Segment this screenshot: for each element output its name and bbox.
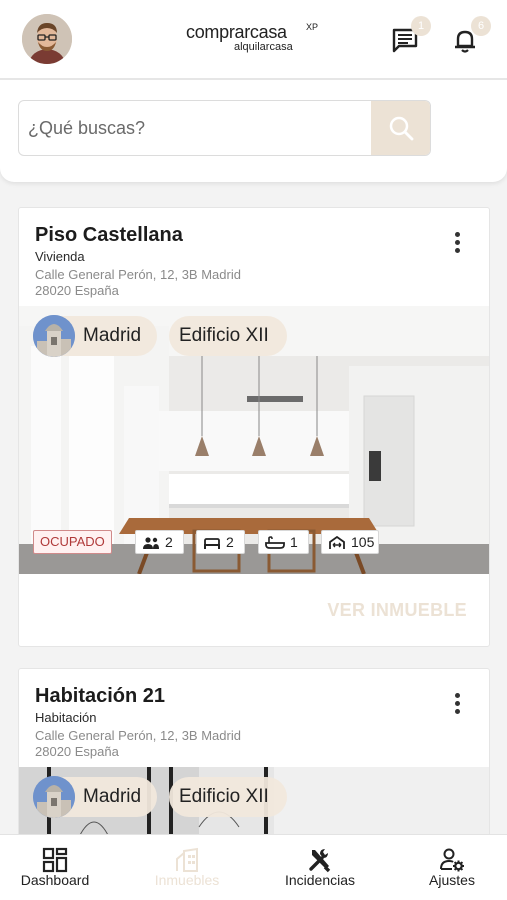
bed-icon	[204, 538, 220, 549]
nav-dashboard-label: Dashboard	[20, 872, 90, 888]
building-chip-label: Edificio XII	[179, 786, 269, 807]
property-title: Habitación 21	[35, 685, 166, 707]
view-property-button[interactable]: VER INMUEBLE	[327, 600, 467, 621]
location-chip[interactable]: Madrid	[33, 315, 157, 357]
building-chip[interactable]: Edificio XII	[169, 316, 287, 356]
messages-button[interactable]: 1	[391, 16, 431, 54]
nav-dashboard[interactable]: Dashboard	[10, 835, 100, 900]
property-type: Habitación	[35, 710, 97, 725]
bathtub-icon	[265, 536, 285, 549]
feature-baths: 1	[258, 530, 309, 554]
nav-ajustes-label: Ajustes	[429, 872, 475, 888]
property-type: Vivienda	[35, 249, 85, 264]
people-icon	[143, 537, 159, 549]
logo-main-text: comprarcasa	[186, 22, 287, 42]
nav-incidencias[interactable]: Incidencias	[276, 835, 364, 900]
location-chip-label: Madrid	[83, 325, 142, 346]
nav-ajustes[interactable]: Ajustes	[412, 835, 492, 900]
area-icon	[329, 535, 345, 549]
property-photo: Madrid Edificio XII OCUPADO 2 2 1 105	[19, 306, 489, 574]
feature-area: 105	[321, 530, 379, 554]
property-title: Piso Castellana	[35, 224, 183, 246]
property-address: Calle General Perón, 12, 3B Madrid	[35, 267, 241, 282]
nav-incidencias-label: Incidencias	[284, 872, 356, 888]
messages-badge: 1	[411, 16, 431, 36]
location-chip-label: Madrid	[83, 786, 142, 807]
property-address-postal: 28020 España	[35, 283, 119, 298]
madrid-city-icon	[33, 776, 75, 818]
status-badge: OCUPADO	[33, 530, 112, 554]
top-panel: comprarcasa XP alquilarcasa 1 6	[0, 0, 507, 182]
search-icon	[389, 116, 413, 141]
feature-baths-value: 1	[290, 534, 298, 550]
logo-xp-text: XP	[306, 22, 319, 32]
building-chip-label: Edificio XII	[179, 325, 269, 346]
building-chip[interactable]: Edificio XII	[169, 777, 287, 817]
feature-beds: 2	[196, 530, 245, 554]
location-chip[interactable]: Madrid	[33, 776, 157, 818]
property-card[interactable]: Piso Castellana Vivienda Calle General P…	[18, 207, 490, 647]
app-bar: comprarcasa XP alquilarcasa 1 6	[0, 0, 507, 80]
dashboard-icon	[42, 847, 68, 873]
feature-people-value: 2	[165, 534, 173, 550]
feature-people: 2	[135, 530, 184, 554]
logo-sub-text: alquilarcasa	[234, 41, 293, 53]
notifications-button[interactable]: 6	[451, 16, 491, 54]
more-options-icon[interactable]	[455, 232, 461, 254]
nav-inmuebles[interactable]: Inmuebles	[142, 835, 232, 900]
feature-beds-value: 2	[226, 534, 234, 550]
building-icon	[176, 847, 198, 872]
search-button[interactable]	[371, 101, 430, 155]
property-address-postal: 28020 España	[35, 744, 119, 759]
bottom-navigation: Dashboard Inmuebles Incidencias Ajustes	[0, 834, 507, 900]
madrid-city-icon	[33, 315, 75, 357]
more-options-icon[interactable]	[455, 693, 461, 715]
feature-area-value: 105	[351, 534, 375, 550]
user-settings-icon	[440, 848, 464, 872]
nav-inmuebles-label: Inmuebles	[154, 872, 220, 888]
avatar[interactable]	[22, 14, 72, 64]
search-input[interactable]	[19, 101, 371, 155]
notifications-badge: 6	[471, 16, 491, 36]
app-logo: comprarcasa XP alquilarcasa	[186, 22, 326, 58]
property-address: Calle General Perón, 12, 3B Madrid	[35, 728, 241, 743]
search-bar	[18, 100, 431, 156]
tools-icon	[309, 849, 331, 873]
